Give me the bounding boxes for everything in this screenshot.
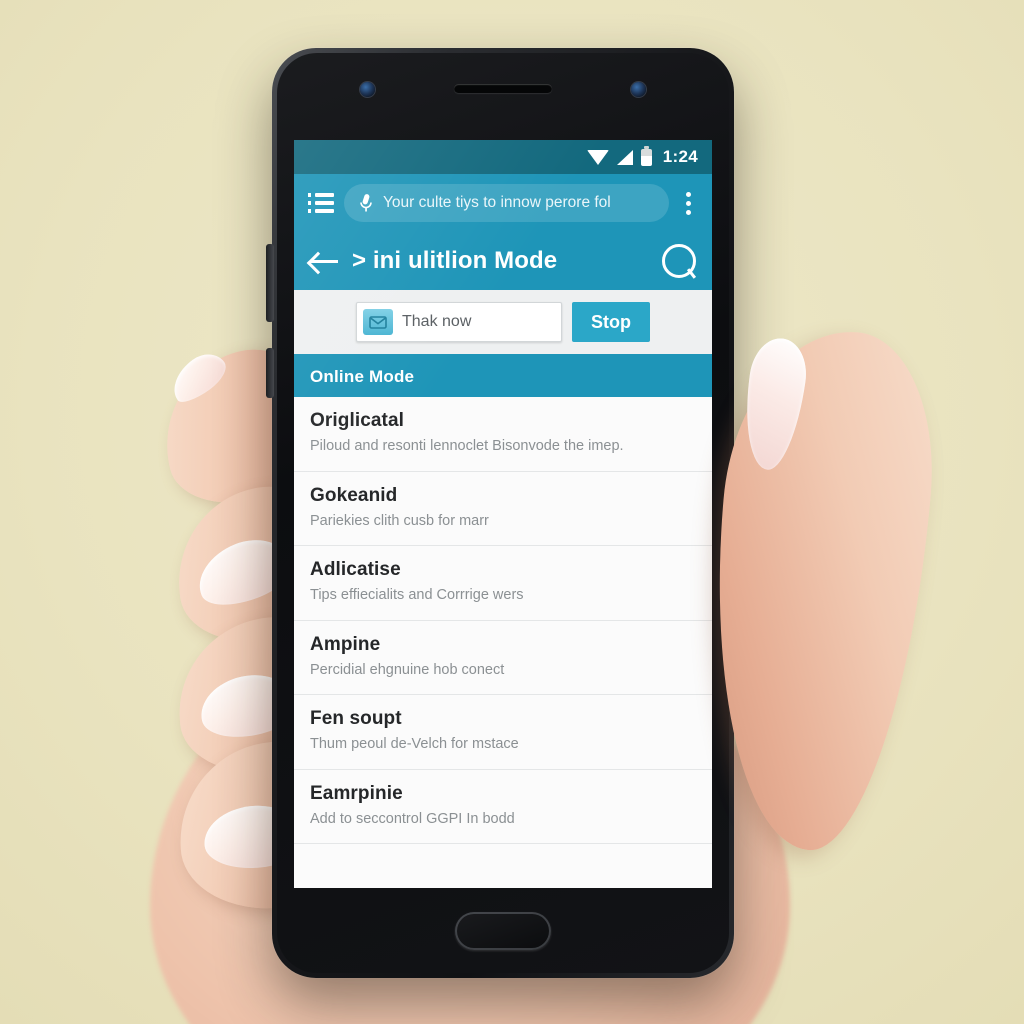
power-button[interactable] (266, 348, 274, 398)
list-item-title: Eamrpinie (310, 782, 403, 804)
front-camera-icon (631, 82, 646, 97)
battery-icon (640, 145, 652, 166)
section-header: Online Mode (294, 357, 712, 397)
list-item-title: Adlicatise (310, 559, 401, 581)
list-item[interactable]: Adlicatise Tips effiecialits and Corrrig… (294, 546, 712, 621)
smartphone: 1:24 Your culte tiys to innow perore fol (266, 48, 734, 978)
list-item-subtitle: Piloud and resonti lennoclet Bisonvode t… (310, 438, 624, 454)
list-item-subtitle: Pariekies clith cusb for marr (310, 512, 489, 529)
microphone-icon (360, 194, 372, 212)
list-item[interactable]: Fen soupt Thum peoul de-Velch for mstace (294, 695, 712, 770)
title-bar: > ini ulitlion Mode (294, 232, 712, 290)
list-item-subtitle: Percidial ehgnuine hob conect (310, 661, 505, 678)
list-item-title: Gokeanid (310, 484, 398, 506)
overflow-menu-icon[interactable] (679, 190, 698, 217)
volume-rocker-button[interactable] (266, 244, 274, 322)
list-item[interactable]: Gokeanid Pariekies clith cusb for marr (294, 471, 712, 547)
list-menu-icon[interactable] (308, 193, 334, 213)
search-input[interactable]: Your culte tiys to innow perore fol (344, 184, 669, 222)
list-item[interactable]: Eamrpinie Add to seccontrol GGPI In bodd (294, 769, 712, 845)
stop-button[interactable]: Stop (572, 302, 650, 342)
app-toolbar: Your culte tiys to innow perore fol (294, 174, 712, 232)
home-button[interactable] (455, 912, 551, 950)
earpiece-speaker (454, 84, 552, 93)
list-item-title: Ampine (310, 633, 381, 655)
action-row: Thak now Stop (294, 290, 712, 357)
envelope-glyph (369, 315, 387, 329)
search-input-text: Your culte tiys to innow perore fol (383, 194, 611, 211)
signal-icon (616, 149, 633, 165)
list-item[interactable]: Ampine Percidial ehgnuine hob conect (294, 620, 712, 696)
task-input-text: Thak now (402, 313, 472, 330)
wifi-icon (586, 149, 609, 165)
settings-list[interactable]: Origlicatal Piloud and resonti lennoclet… (294, 397, 712, 888)
list-item-title: Origlicatal (310, 410, 405, 431)
status-time: 1:24 (662, 147, 698, 166)
list-item-title: Fen soupt (310, 708, 402, 730)
list-item[interactable]: Origlicatal Piloud and resonti lennoclet… (294, 397, 712, 472)
proximity-sensor-icon (360, 82, 375, 97)
scene: 1:24 Your culte tiys to innow perore fol (0, 0, 1024, 1024)
list-item-subtitle: Add to seccontrol GGPI In bodd (310, 810, 515, 827)
status-bar: 1:24 (294, 140, 712, 174)
page-title: > ini ulitlion Mode (352, 247, 558, 274)
search-icon[interactable] (662, 244, 696, 278)
list-item-subtitle: Tips effiecialits and Corrrige wers (310, 587, 524, 604)
list-item-subtitle: Thum peoul de-Velch for mstace (310, 736, 519, 753)
message-icon (363, 309, 393, 335)
back-arrow-icon[interactable] (310, 250, 338, 272)
task-input[interactable]: Thak now (356, 302, 562, 342)
phone-screen: 1:24 Your culte tiys to innow perore fol (294, 140, 712, 888)
